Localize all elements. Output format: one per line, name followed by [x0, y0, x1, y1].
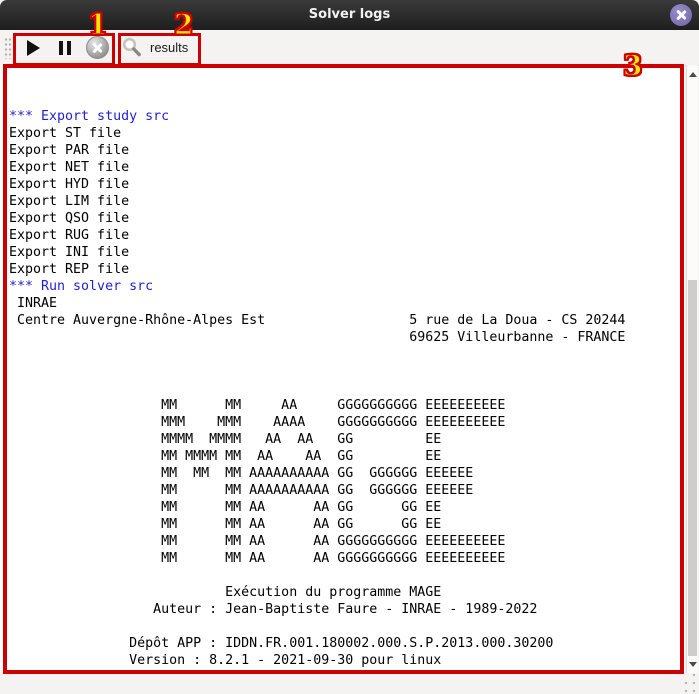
log-line: Exécution du programme MAGE — [9, 584, 685, 601]
log-line: Export REP file — [9, 261, 685, 278]
log-line: MMM MMM AAAA GGGGGGGGGG EEEEEEEEEE — [9, 414, 685, 431]
scrollbar-thumb[interactable] — [688, 280, 697, 656]
log-line: MM MM AA AA GGGGGGGGGG EEEEEEEEEE — [9, 550, 685, 567]
log-line: Export QSO file — [9, 210, 685, 227]
pause-icon — [59, 41, 71, 55]
window-title: Solver logs — [0, 0, 699, 30]
solver-logs-window: Solver logs results *** Export study src… — [0, 0, 699, 694]
log-line: 69625 Villeurbanne - FRANCE — [9, 329, 685, 346]
play-button[interactable] — [19, 34, 47, 61]
results-button-label: results — [150, 40, 188, 55]
log-line — [9, 618, 685, 635]
log-line: Export ST file — [9, 125, 685, 142]
pause-button[interactable] — [51, 34, 79, 61]
resize-grip-icon[interactable] — [685, 682, 687, 684]
log-line: Centre Auvergne-Rhône-Alpes Est 5 rue de… — [9, 312, 685, 329]
arrow-down-icon — [689, 662, 697, 667]
log-line: Export RUG file — [9, 227, 685, 244]
log-line: Export LIM file — [9, 193, 685, 210]
log-line: Export PAR file — [9, 142, 685, 159]
close-button[interactable] — [670, 4, 692, 26]
titlebar: Solver logs — [0, 0, 699, 30]
log-line: MM MMMM MM AA AA GG EE — [9, 448, 685, 465]
arrow-up-icon — [689, 72, 697, 77]
play-icon — [27, 40, 40, 56]
log-line: Dépôt APP : IDDN.FR.001.180002.000.S.P.2… — [9, 635, 685, 652]
log-line: MM MM AA AA GGGGGGGGGG EEEEEEEEEE — [9, 533, 685, 550]
log-line: MM MM AA GGGGGGGGGG EEEEEEEEEE — [9, 397, 685, 414]
vertical-scrollbar[interactable] — [686, 65, 698, 673]
solver-log-textview[interactable]: *** Export study srcExport ST fileExport… — [0, 65, 685, 673]
log-line: INRAE — [9, 295, 685, 312]
close-icon — [676, 10, 687, 21]
toolbar-drag-handle[interactable] — [4, 36, 12, 59]
results-button[interactable]: results — [121, 34, 201, 61]
log-line — [9, 363, 685, 380]
toolbar: results — [0, 30, 699, 66]
log-line — [9, 346, 685, 363]
stop-icon — [86, 36, 109, 59]
log-line: *** Export study src — [9, 108, 685, 125]
log-line: Export NET file — [9, 159, 685, 176]
log-line: Version : 8.2.1 - 2021-09-30 pour linux — [9, 652, 685, 669]
scroll-down-button[interactable] — [687, 657, 698, 671]
stop-button[interactable] — [83, 34, 111, 61]
log-line — [9, 380, 685, 397]
log-line — [9, 567, 685, 584]
log-line: MMMM MMMM AA AA GG EE — [9, 431, 685, 448]
log-line: *** Run solver src — [9, 278, 685, 295]
scroll-up-button[interactable] — [687, 67, 698, 81]
log-line: Export INI file — [9, 244, 685, 261]
log-line: MM MM AA AA GG GG EE — [9, 516, 685, 533]
log-lines: *** Export study srcExport ST fileExport… — [9, 108, 685, 673]
log-line: MM MM AA AA GG GG EE — [9, 499, 685, 516]
log-line: Export HYD file — [9, 176, 685, 193]
log-line: MM MM AAAAAAAAAA GG GGGGGG EEEEEE — [9, 482, 685, 499]
status-strip — [0, 673, 699, 694]
search-icon — [121, 37, 143, 59]
log-line: Auteur : Jean-Baptiste Faure - INRAE - 1… — [9, 601, 685, 618]
log-line: MM MM MM AAAAAAAAAA GG GGGGGG EEEEEE — [9, 465, 685, 482]
